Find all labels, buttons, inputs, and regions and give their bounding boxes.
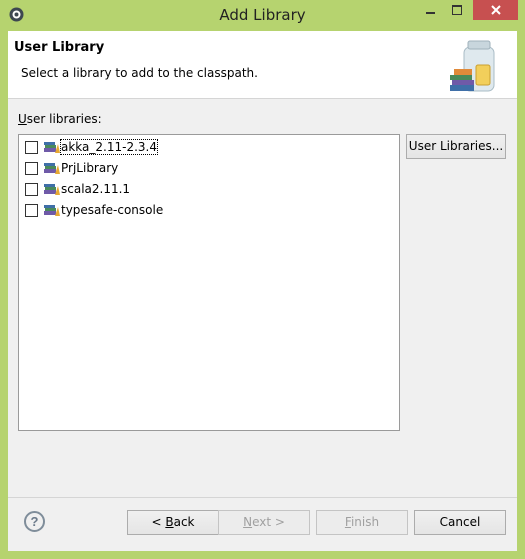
help-icon[interactable]: ? xyxy=(24,511,45,532)
library-checkbox[interactable] xyxy=(25,204,38,217)
cancel-button[interactable]: Cancel xyxy=(414,510,506,535)
finish-button[interactable]: Finish xyxy=(316,510,408,535)
library-icon xyxy=(44,142,60,153)
library-label: PrjLibrary xyxy=(61,161,119,175)
user-libraries-button[interactable]: User Libraries... xyxy=(406,134,506,159)
user-libraries-list[interactable]: akka_2.11-2.3.4 PrjLibrary scala2.11.1 t… xyxy=(18,134,400,431)
dialog-client: User Library Select a library to add to … xyxy=(8,31,517,551)
maximize-icon xyxy=(452,5,462,15)
library-item[interactable]: scala2.11.1 xyxy=(19,179,399,200)
title-bar[interactable]: Add Library xyxy=(0,0,525,30)
library-label: akka_2.11-2.3.4 xyxy=(60,139,158,155)
library-jar-icon xyxy=(450,40,495,92)
next-button[interactable]: Next > xyxy=(218,510,310,535)
footer-separator xyxy=(8,497,517,498)
library-icon xyxy=(44,163,60,174)
next-mnemonic: N xyxy=(243,515,253,529)
user-libraries-label: User libraries: xyxy=(18,112,102,126)
page-title: User Library xyxy=(14,40,105,55)
user-libraries-label-text: ser libraries: xyxy=(26,112,102,126)
page-description: Select a library to add to the classpath… xyxy=(21,66,258,80)
minimize-icon xyxy=(426,12,435,14)
library-icon xyxy=(44,205,60,216)
back-prefix: < xyxy=(151,515,166,529)
finish-label: inish xyxy=(350,515,380,529)
back-button[interactable]: < Back xyxy=(127,510,219,535)
library-label: typesafe-console xyxy=(61,203,164,217)
library-checkbox[interactable] xyxy=(25,141,38,154)
dialog-header: User Library Select a library to add to … xyxy=(8,31,517,99)
library-label: scala2.11.1 xyxy=(61,182,131,196)
back-label: ack xyxy=(173,515,195,529)
library-checkbox[interactable] xyxy=(25,162,38,175)
back-mnemonic: B xyxy=(165,515,174,529)
library-item[interactable]: PrjLibrary xyxy=(19,158,399,179)
library-item[interactable]: akka_2.11-2.3.4 xyxy=(19,137,399,158)
close-button[interactable] xyxy=(473,0,518,20)
close-icon xyxy=(490,5,501,15)
library-icon xyxy=(44,184,60,195)
minimize-button[interactable] xyxy=(418,0,444,20)
add-library-window: Add Library User Library Select a librar… xyxy=(0,0,525,559)
library-checkbox[interactable] xyxy=(25,183,38,196)
next-label: ext > xyxy=(252,515,285,529)
library-item[interactable]: typesafe-console xyxy=(19,200,399,221)
maximize-button[interactable] xyxy=(444,0,470,20)
user-libraries-mnemonic: U xyxy=(18,112,27,126)
